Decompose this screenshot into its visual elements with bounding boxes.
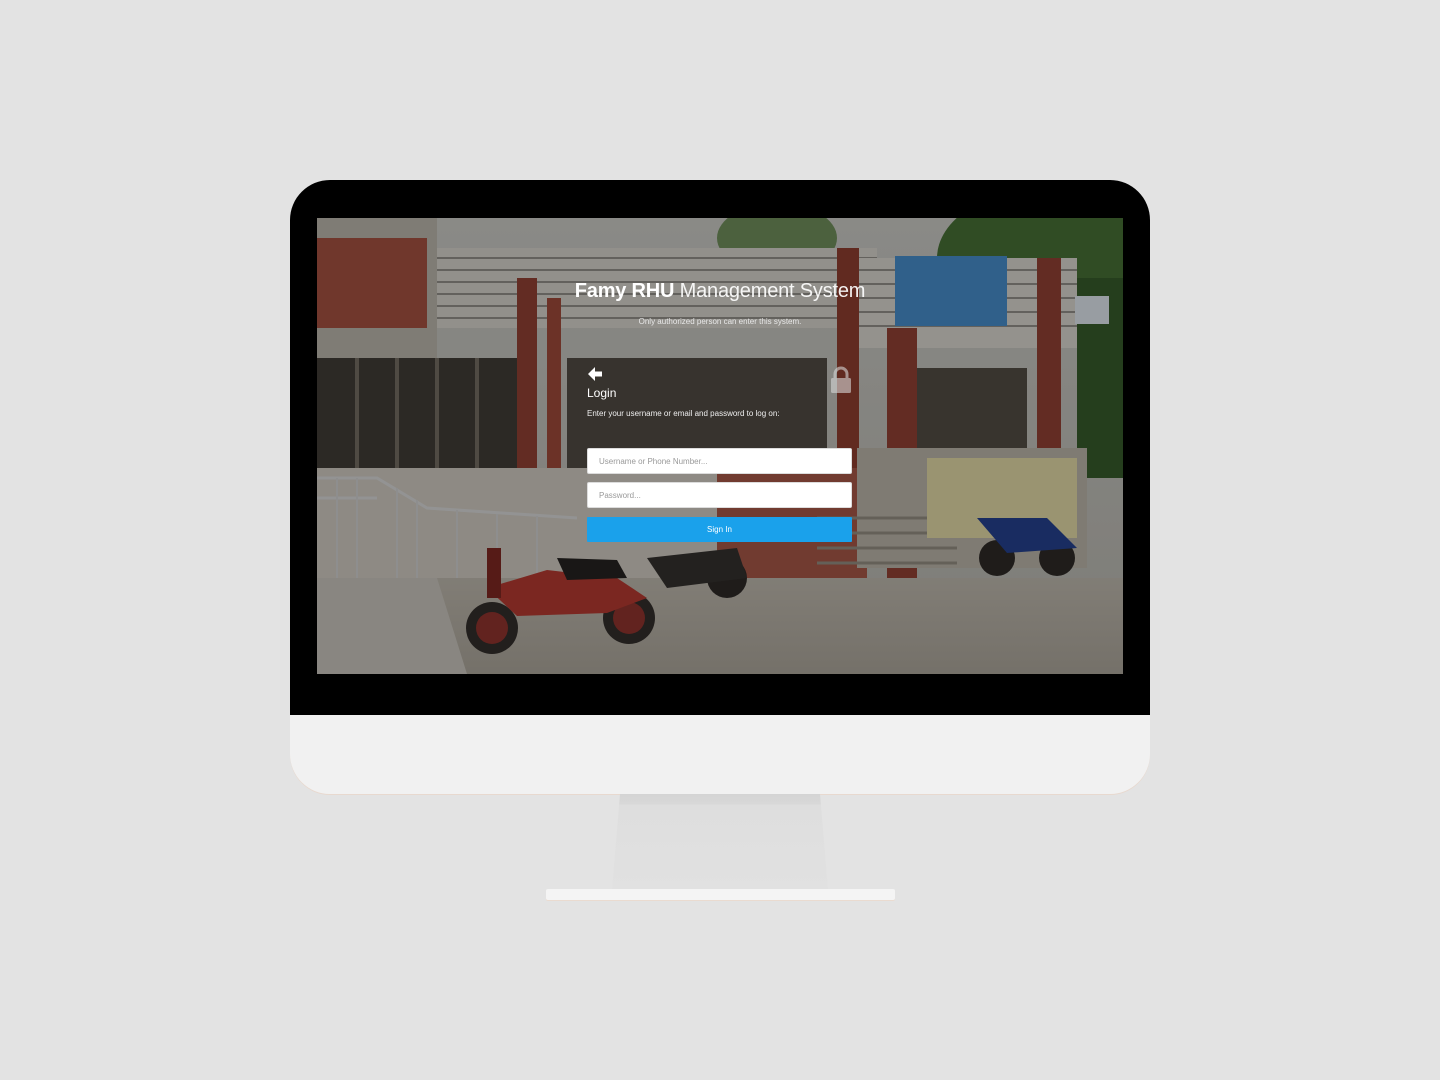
login-heading: Login — [587, 386, 617, 400]
login-description: Enter your username or email and passwor… — [587, 409, 780, 418]
username-input[interactable] — [587, 448, 852, 474]
app-title: Famy RHU Management System — [317, 280, 1123, 303]
back-button[interactable] — [587, 366, 603, 382]
app-title-light: Management System — [679, 280, 866, 302]
app-title-bold: Famy RHU — [574, 280, 675, 302]
monitor-chin — [290, 715, 1150, 794]
app-subtitle: Only authorized person can enter this sy… — [638, 317, 802, 326]
arrow-left-icon — [588, 367, 602, 381]
monitor-stand-neck — [612, 794, 828, 890]
login-screen: Famy RHU Management System Only authoriz… — [317, 218, 1123, 674]
mockup-stage: Famy RHU Management System Only authoriz… — [0, 0, 1440, 1080]
monitor-stand-base — [546, 889, 895, 900]
lock-icon — [831, 366, 851, 393]
sign-in-button[interactable]: Sign In — [587, 517, 852, 542]
password-input[interactable] — [587, 482, 852, 508]
